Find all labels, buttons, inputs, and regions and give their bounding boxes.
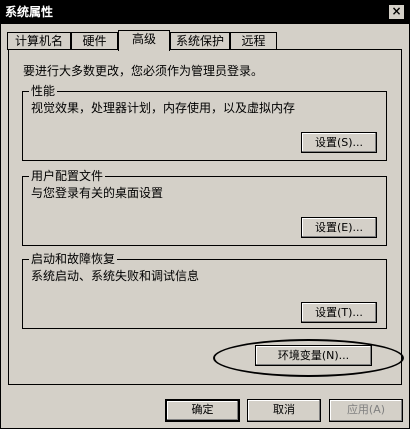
user-profiles-title: 用户配置文件: [29, 169, 106, 183]
tab-advanced[interactable]: 高级: [118, 30, 170, 51]
cancel-button[interactable]: 取消: [247, 399, 321, 422]
user-profiles-settings-button[interactable]: 设置(E)...: [301, 217, 377, 238]
title-bar[interactable]: 系统属性 ×: [1, 1, 409, 24]
window-title: 系统属性: [5, 5, 54, 19]
performance-title: 性能: [29, 84, 58, 98]
user-profiles-description: 与您登录有关的桌面设置: [31, 186, 164, 200]
performance-settings-button[interactable]: 设置(S)...: [301, 132, 377, 153]
tab-system-protection[interactable]: 系统保护: [170, 32, 230, 50]
startup-recovery-group: 启动和故障恢复 系统启动、系统失败和调试信息 设置(T)...: [22, 252, 387, 329]
performance-group: 性能 视觉效果，处理器计划，内存使用，以及虚拟内存 设置(S)...: [22, 84, 387, 161]
startup-recovery-description: 系统启动、系统失败和调试信息: [31, 269, 200, 283]
user-profiles-group: 用户配置文件 与您登录有关的桌面设置 设置(E)...: [22, 169, 387, 246]
close-icon[interactable]: ×: [388, 4, 405, 20]
apply-button[interactable]: 应用(A): [329, 399, 403, 422]
startup-recovery-settings-button[interactable]: 设置(T)...: [301, 302, 377, 323]
admin-notice: 要进行大多数更改，您必须作为管理员登录。: [23, 64, 264, 78]
highlight-ellipse: [213, 339, 404, 377]
performance-description: 视觉效果，处理器计划，内存使用，以及虚拟内存: [31, 101, 296, 115]
tab-remote[interactable]: 远程: [230, 32, 277, 50]
system-properties-dialog: 系统属性 × 计算机名 硬件 高级 系统保护 远程 要进行大多数更改，您必须作为…: [0, 0, 410, 429]
tab-computer-name[interactable]: 计算机名: [7, 32, 71, 50]
startup-recovery-title: 启动和故障恢复: [29, 252, 118, 266]
tab-hardware[interactable]: 硬件: [71, 32, 118, 50]
ok-button[interactable]: 确定: [165, 399, 240, 422]
